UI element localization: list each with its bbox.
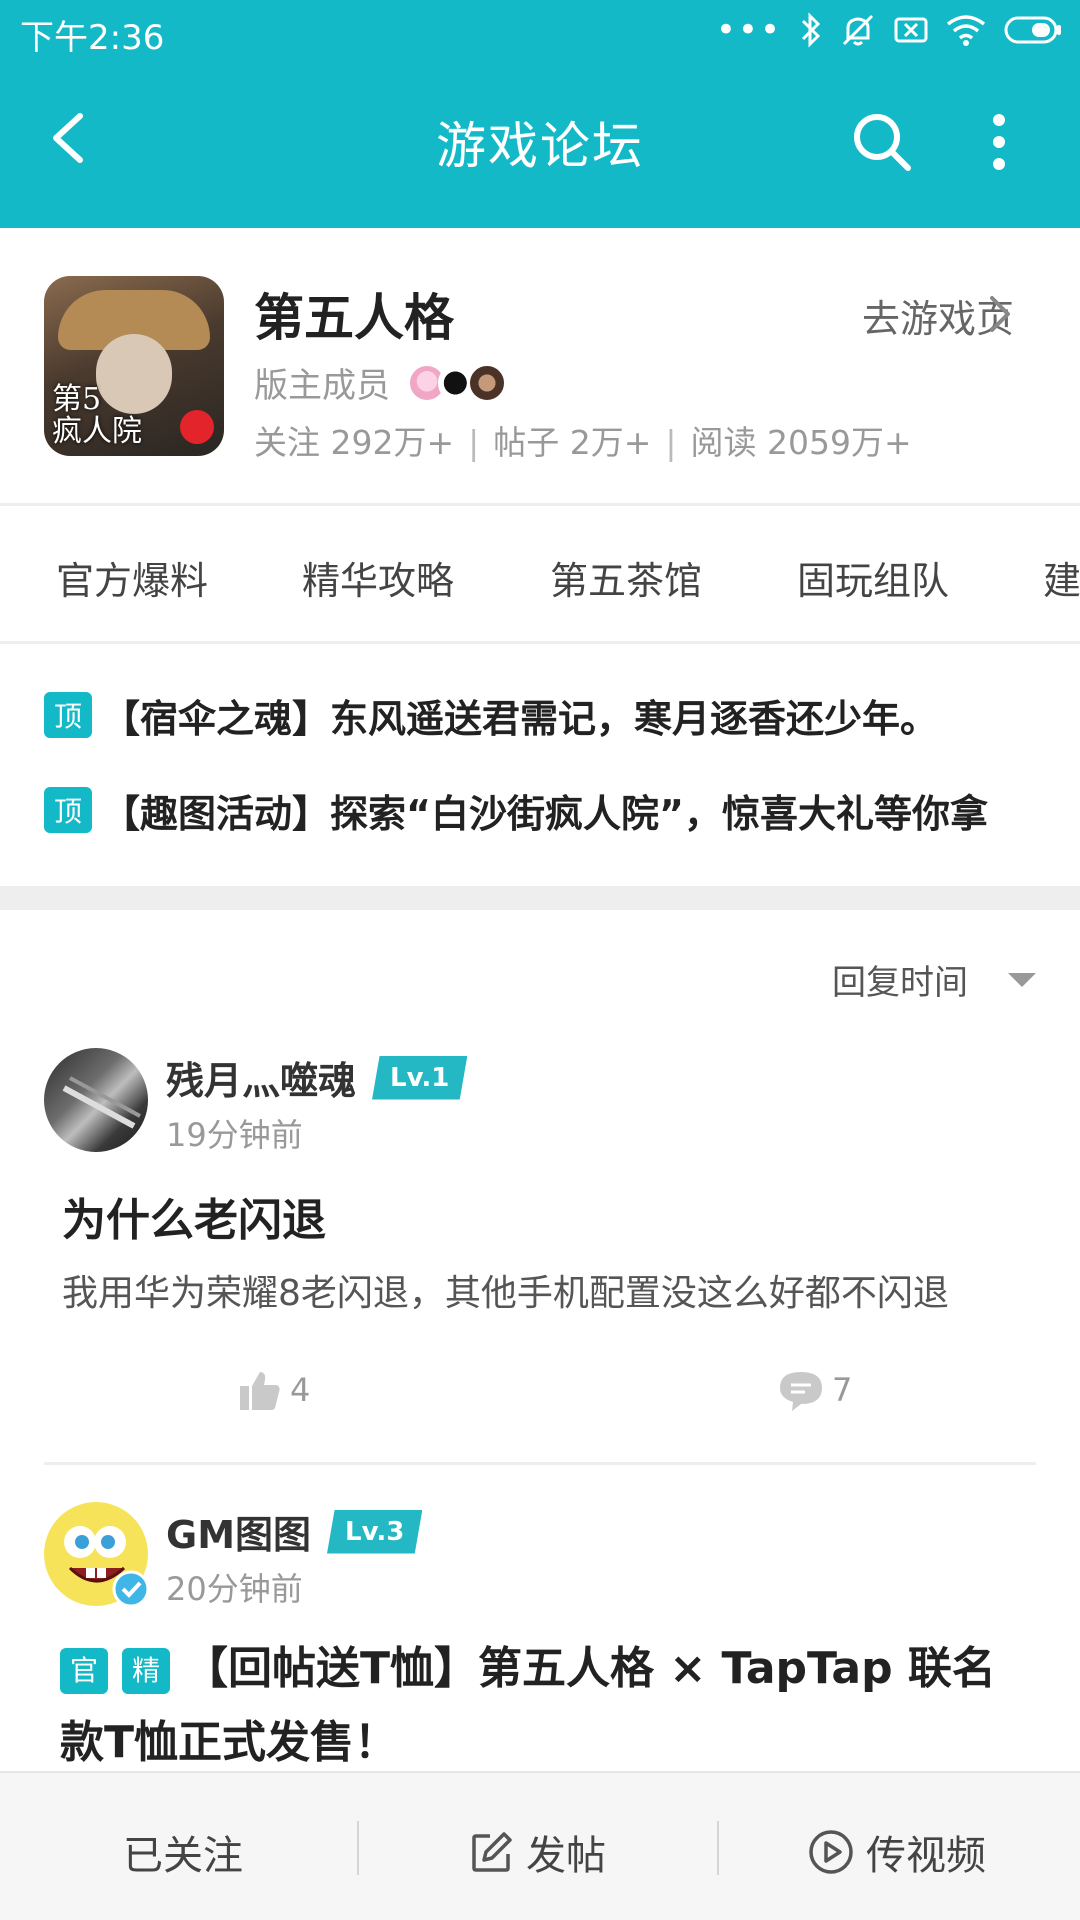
game-header: 第5 疯人院 第五人格 去游戏页 版主成员 关注 292万+ | 帖子 2万+ | 阅读… bbox=[0, 228, 1080, 503]
status-time: 下午2:36 bbox=[20, 18, 165, 58]
status-bar: 下午2:36 ••• bbox=[0, 0, 1080, 62]
tab-more[interactable]: 建 bbox=[1043, 550, 1080, 605]
tab-guides[interactable]: 精华攻略 bbox=[302, 550, 454, 605]
forum-screen: 下午2:36 ••• 游戏论坛 第5 疯人院 第五人格 去游戏页 版主成员 关注… bbox=[0, 0, 1080, 1920]
moderator-avatar bbox=[468, 363, 506, 402]
upload-video-label: 传视频 bbox=[866, 1833, 986, 1879]
post-time: 19分钟前 bbox=[166, 1116, 303, 1154]
game-name: 第五人格 bbox=[254, 289, 454, 347]
page-title: 游戏论坛 bbox=[436, 117, 644, 175]
followed-label: 已关注 bbox=[123, 1833, 243, 1879]
more-vert-icon[interactable] bbox=[975, 112, 1023, 172]
stats-separator: | bbox=[468, 423, 480, 462]
comment-count: 7 bbox=[832, 1371, 853, 1409]
bar-separator bbox=[357, 1821, 359, 1875]
bottom-action-bar: 已关注 发帖 传视频 bbox=[0, 1771, 1080, 1920]
featured-tag: 精 bbox=[122, 1648, 170, 1694]
status-icons: ••• bbox=[716, 12, 1062, 48]
like-count: 4 bbox=[290, 1371, 311, 1409]
pinned-post-title: 【趣图活动】探索“白沙街疯人院”，惊喜大礼等你拿 bbox=[102, 791, 988, 836]
comment-icon bbox=[780, 1372, 822, 1411]
wifi-icon bbox=[946, 15, 986, 46]
tab-teahouse[interactable]: 第五茶馆 bbox=[550, 550, 702, 605]
pinned-post[interactable]: 顶 【宿伞之魂】东风遥送君需记，寒月逐香还少年。 bbox=[44, 685, 1054, 745]
mute-icon bbox=[842, 14, 874, 46]
pinned-post[interactable]: 顶 【趣图活动】探索“白沙街疯人院”，惊喜大礼等你拿 bbox=[44, 780, 1054, 840]
post-username[interactable]: GM图图 bbox=[166, 1504, 311, 1559]
like-button[interactable]: 4 bbox=[238, 1368, 310, 1412]
cover-title-text: 第5 疯人院 bbox=[52, 382, 142, 449]
play-circle-icon bbox=[809, 1830, 853, 1874]
sim-off-icon bbox=[894, 17, 928, 43]
official-tag: 官 bbox=[60, 1648, 108, 1694]
follow-count: 关注 292万+ bbox=[254, 423, 455, 462]
battery-icon bbox=[1004, 16, 1061, 44]
tab-team-up[interactable]: 固玩组队 bbox=[797, 550, 949, 605]
sort-label: 回复时间 bbox=[832, 963, 968, 1003]
pinned-posts: 顶 【宿伞之魂】东风遥送君需记，寒月逐香还少年。 顶 【趣图活动】探索“白沙街疯… bbox=[0, 645, 1080, 885]
user-avatar[interactable] bbox=[44, 1048, 148, 1152]
tab-official-news[interactable]: 官方爆料 bbox=[56, 550, 208, 605]
stats-separator: | bbox=[665, 423, 677, 462]
avatar-image-icon bbox=[62, 1076, 141, 1129]
new-post-label: 发帖 bbox=[526, 1833, 606, 1879]
section-divider bbox=[0, 641, 1080, 644]
edit-icon bbox=[472, 1832, 512, 1872]
comment-button[interactable]: 7 bbox=[778, 1368, 852, 1412]
post-title-text: 【回帖送T恤】第五人格 × TapTap 联名款T恤正式发售！ bbox=[60, 1643, 996, 1768]
post-username[interactable]: 残月灬噬魂 bbox=[166, 1050, 356, 1105]
game-stats: 关注 292万+ | 帖子 2万+ | 阅读 2059万+ bbox=[254, 416, 912, 464]
pin-badge: 顶 bbox=[44, 787, 92, 833]
read-count: 阅读 2059万+ bbox=[690, 423, 912, 462]
sort-dropdown[interactable]: 回复时间 bbox=[832, 955, 1036, 1004]
post-title: 为什么老闪退 bbox=[62, 1195, 326, 1246]
post-excerpt: 我用华为荣耀8老闪退，其他手机配置没这么好都不闪退 bbox=[62, 1273, 949, 1314]
level-badge: Lv.1 bbox=[372, 1055, 468, 1100]
chevron-right-icon[interactable] bbox=[986, 292, 1014, 336]
bluetooth-icon bbox=[801, 12, 821, 48]
moderators-row[interactable]: 版主成员 bbox=[254, 358, 506, 407]
more-dots-icon: ••• bbox=[715, 10, 782, 50]
moderators-label: 版主成员 bbox=[254, 366, 390, 406]
post-username-row: 残月灬噬魂 Lv.1 bbox=[166, 1050, 468, 1105]
pin-badge: 顶 bbox=[44, 692, 92, 738]
post-time: 20分钟前 bbox=[166, 1570, 303, 1608]
post-actions: 4 7 bbox=[44, 1368, 1036, 1428]
upload-video-button[interactable]: 传视频 bbox=[808, 1823, 986, 1881]
post-divider bbox=[44, 1462, 1036, 1465]
level-badge: Lv.3 bbox=[327, 1509, 423, 1554]
game-cover-image[interactable]: 第5 疯人院 bbox=[44, 276, 224, 456]
post-item[interactable]: 残月灬噬魂 Lv.1 19分钟前 为什么老闪退 我用华为荣耀8老闪退，其他手机配… bbox=[44, 1048, 1036, 1448]
verified-badge-icon bbox=[112, 1570, 150, 1608]
app-bar: 游戏论坛 bbox=[0, 62, 1080, 228]
post-username-row: GM图图 Lv.3 bbox=[166, 1504, 423, 1559]
section-gap bbox=[0, 886, 1080, 910]
post-count: 帖子 2万+ bbox=[493, 423, 652, 462]
forum-tabs: 官方爆料 精华攻略 第五茶馆 固玩组队 建 bbox=[0, 506, 1080, 642]
followed-button[interactable]: 已关注 bbox=[123, 1823, 243, 1881]
new-post-button[interactable]: 发帖 bbox=[470, 1823, 606, 1881]
bar-separator bbox=[717, 1821, 719, 1875]
pinned-post-title: 【宿伞之魂】东风遥送君需记，寒月逐香还少年。 bbox=[102, 696, 939, 741]
post-title[interactable]: 官精【回帖送T恤】第五人格 × TapTap 联名款T恤正式发售！ bbox=[60, 1632, 1020, 1780]
search-icon[interactable] bbox=[850, 110, 914, 174]
caret-down-icon bbox=[1008, 972, 1036, 987]
publisher-logo-icon bbox=[180, 410, 214, 444]
thumbs-up-icon bbox=[240, 1372, 280, 1410]
